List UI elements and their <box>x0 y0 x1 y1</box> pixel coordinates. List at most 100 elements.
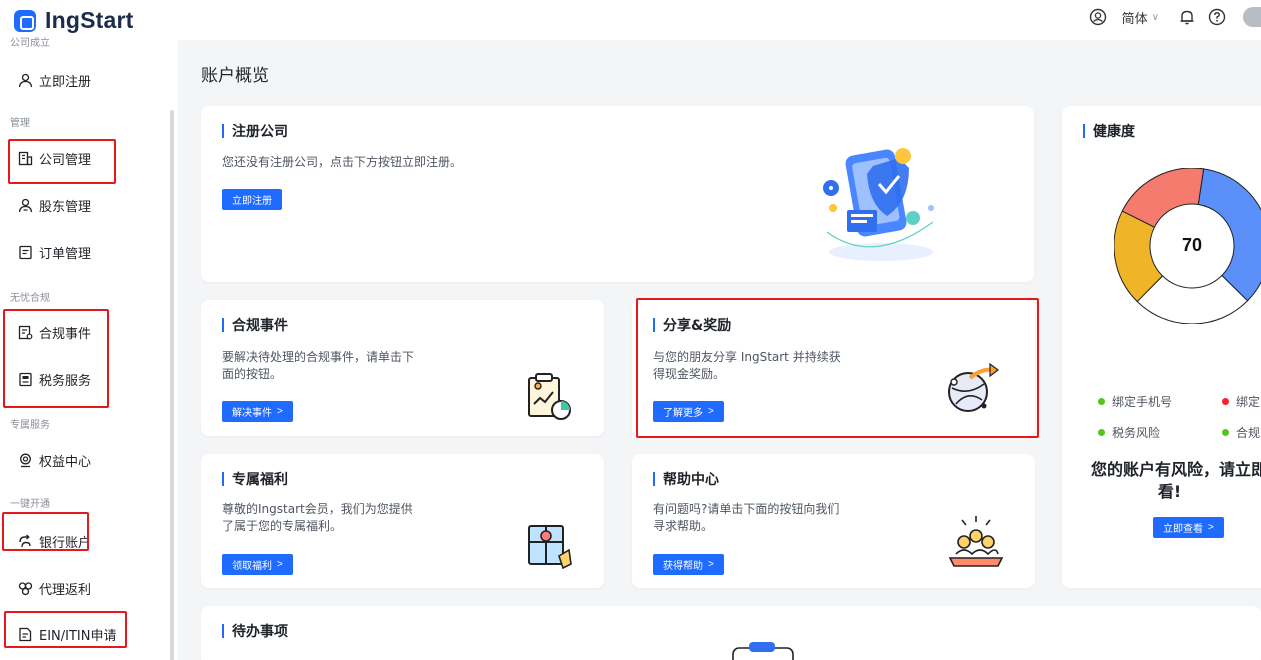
report-clipboard-icon <box>528 373 571 420</box>
sidebar-item-label: 银行账户 <box>39 535 92 551</box>
compliance-icon <box>17 324 33 340</box>
logo-text: IngStart <box>45 7 134 33</box>
sidebar-item-benefits-center[interactable]: 权益中心 <box>17 450 91 470</box>
legend-label: 合规 <box>1236 426 1261 440</box>
user-icon <box>17 72 33 88</box>
check-now-button[interactable]: 立即查看 > <box>1153 517 1224 538</box>
help-center-card: 帮助中心 有问题吗?请单击下面的按钮向我们 寻求帮助。 获得帮助 > <box>632 454 1035 588</box>
sidebar-item-company-manage[interactable]: 公司管理 <box>17 148 91 168</box>
legend-label: 绑定邮 <box>1236 395 1261 409</box>
button-label: 解决事件 <box>232 408 272 419</box>
language-label: 简体 <box>1121 11 1148 27</box>
exclusive-benefits-card: 专属福利 尊敬的Ingstart会员，我们为您提供 了属于您的专属福利。 领取福… <box>201 454 604 588</box>
status-dot <box>1098 429 1105 436</box>
chevron-right-icon: > <box>708 559 714 570</box>
globe-share-icon <box>948 362 999 412</box>
card-description-line-2: 寻求帮助。 <box>653 519 714 533</box>
learn-more-button[interactable]: 了解更多 > <box>653 401 724 422</box>
logo[interactable]: IngStart <box>14 7 134 34</box>
sidebar-group-manage: 管理 <box>10 118 30 129</box>
status-dot <box>1098 398 1105 405</box>
account-risk-message: 您的账户有风险，请立即查 看! <box>1072 459 1261 503</box>
sidebar-item-order-manage[interactable]: 订单管理 <box>17 242 91 262</box>
share-rewards-card: 分享&奖励 与您的朋友分享 IngStart 并持续获 得现金奖励。 了解更多 > <box>632 300 1035 436</box>
card-title: 分享&奖励 <box>653 315 731 335</box>
card-description: 您还没有注册公司，点击下方按钮立即注册。 <box>222 155 463 169</box>
sidebar-group-exclusive: 专属服务 <box>10 420 50 431</box>
building-icon <box>17 150 33 166</box>
risk-line-1: 您的账户有风险，请立即查 <box>1090 460 1261 479</box>
logo-icon <box>14 9 36 32</box>
card-description-line-2: 了属于您的专属福利。 <box>222 519 343 533</box>
clipboard-icon <box>732 642 794 660</box>
app-root: IngStart 简体 ∨ 公司成立 立即注册 管理 公司管理 股东管理 订单管… <box>0 0 1261 660</box>
bell-icon[interactable] <box>1177 7 1197 27</box>
bank-icon <box>17 533 33 549</box>
sidebar-item-label: 订单管理 <box>39 246 92 262</box>
help-icon[interactable] <box>1207 7 1227 27</box>
sidebar-item-label: 权益中心 <box>39 454 92 470</box>
card-description-line-2: 面的按钮。 <box>222 367 283 381</box>
button-label: 获得帮助 <box>663 561 703 572</box>
card-title: 待办事项 <box>222 621 288 641</box>
shield-phone-illustration-icon <box>823 148 934 261</box>
chevron-down-icon: ∨ <box>1151 11 1159 23</box>
status-dot <box>1222 429 1229 436</box>
avatar[interactable] <box>1243 7 1261 27</box>
top-header: IngStart 简体 ∨ <box>0 0 1261 40</box>
risk-line-2: 看! <box>1157 482 1182 501</box>
legend-compliance: 合规 <box>1222 424 1260 441</box>
sidebar-item-ein-itin[interactable]: EIN/ITIN申请 <box>17 624 117 644</box>
sidebar-item-agent-rebate[interactable]: 代理返利 <box>17 578 91 598</box>
resolve-events-button[interactable]: 解决事件 > <box>222 401 293 422</box>
card-title: 注册公司 <box>222 121 288 141</box>
sidebar-item-label: EIN/ITIN申请 <box>39 628 117 644</box>
sidebar-item-label: 公司管理 <box>39 152 92 168</box>
page-title: 账户概览 <box>201 66 269 86</box>
legend-tax-risk: 税务风险 <box>1098 424 1160 441</box>
compliance-events-card: 合规事件 要解决待处理的合规事件，请单击下 面的按钮。 解决事件 > <box>201 300 604 436</box>
sidebar-item-compliance-events[interactable]: 合规事件 <box>17 322 91 342</box>
chevron-right-icon: > <box>277 406 283 417</box>
button-label: 领取福利 <box>232 561 272 572</box>
card-title: 健康度 <box>1083 121 1135 141</box>
order-icon <box>17 244 33 260</box>
legend-label: 税务风险 <box>1112 426 1161 440</box>
sidebar-item-register[interactable]: 立即注册 <box>17 70 91 90</box>
get-help-button[interactable]: 获得帮助 > <box>653 554 724 575</box>
user-circle-icon[interactable] <box>1088 7 1108 27</box>
card-description-line-1: 有问题吗?请单击下面的按钮向我们 <box>653 502 840 516</box>
sidebar-item-label: 税务服务 <box>39 373 92 389</box>
button-label: 立即注册 <box>232 196 272 207</box>
gift-box-icon <box>528 525 572 570</box>
legend-label: 绑定手机号 <box>1112 395 1173 409</box>
legend-bind-email: 绑定邮 <box>1222 393 1261 410</box>
sidebar-item-label: 代理返利 <box>39 582 92 598</box>
card-description-line-2: 得现金奖励。 <box>653 367 726 381</box>
card-title: 帮助中心 <box>653 469 719 489</box>
card-title: 专属福利 <box>222 469 288 489</box>
header-actions: 简体 ∨ <box>1088 0 1261 34</box>
register-now-button[interactable]: 立即注册 <box>222 189 282 210</box>
chevron-right-icon: > <box>708 406 714 417</box>
chevron-right-icon: > <box>277 559 283 570</box>
document-icon <box>17 626 33 642</box>
sidebar-scrollbar[interactable] <box>170 110 174 660</box>
card-description-line-1: 要解决待处理的合规事件，请单击下 <box>222 350 415 364</box>
register-company-card: 注册公司 您还没有注册公司，点击下方按钮立即注册。 立即注册 <box>201 106 1034 282</box>
sidebar-item-shareholder-manage[interactable]: 股东管理 <box>17 195 91 215</box>
sidebar: 公司成立 立即注册 管理 公司管理 股东管理 订单管理 无忧合规 合规事件 税务… <box>0 34 178 660</box>
sidebar-group-oneclick: 一键开通 <box>10 499 50 510</box>
sidebar-item-tax-service[interactable]: 税务服务 <box>17 369 91 389</box>
card-description-line-1: 尊敬的Ingstart会员，我们为您提供 <box>222 502 413 516</box>
claim-benefits-button[interactable]: 领取福利 > <box>222 554 293 575</box>
sidebar-item-label: 股东管理 <box>39 199 92 215</box>
legend-bind-phone: 绑定手机号 <box>1098 393 1172 410</box>
health-score-value: 70 <box>1181 235 1203 255</box>
chevron-right-icon: > <box>1208 522 1214 533</box>
language-select[interactable]: 简体 ∨ <box>1122 8 1159 27</box>
sidebar-group-company-setup: 公司成立 <box>10 38 50 49</box>
sidebar-item-bank-account[interactable]: 银行账户 <box>17 531 91 551</box>
users-icon <box>17 197 33 213</box>
card-description-line-1: 与您的朋友分享 IngStart 并持续获 <box>653 350 841 364</box>
